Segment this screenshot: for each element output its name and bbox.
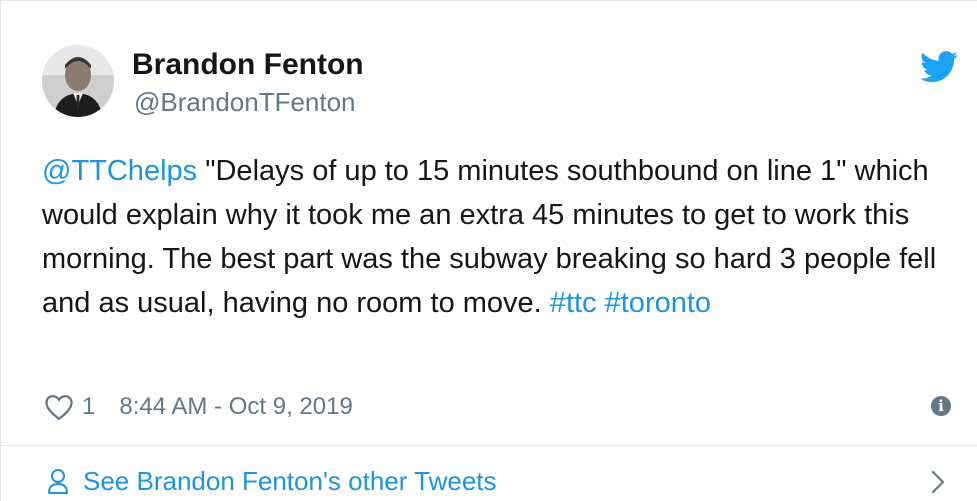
like-count[interactable]: 1: [82, 393, 95, 421]
author-name[interactable]: Brandon Fenton: [132, 47, 364, 83]
timestamp[interactable]: 8:44 AM - Oct 9, 2019: [119, 393, 352, 421]
divider: [1, 445, 977, 446]
heart-icon[interactable]: [44, 393, 74, 421]
hashtag-link-toronto[interactable]: #toronto: [605, 287, 711, 319]
tweet-card: Brandon Fenton @BrandonTFenton @TTChelps…: [0, 0, 977, 501]
avatar[interactable]: [42, 45, 114, 117]
tweet-text: @TTChelps "Delays of up to 15 minutes so…: [42, 149, 962, 325]
person-icon: [48, 469, 68, 494]
tweet-meta: 1 8:44 AM - Oct 9, 2019: [44, 390, 353, 424]
info-icon[interactable]: i: [931, 396, 951, 416]
mention-link[interactable]: @TTChelps: [42, 155, 197, 187]
chevron-right-icon[interactable]: [929, 469, 947, 495]
hashtag-link-ttc[interactable]: #ttc: [550, 287, 597, 319]
see-other-tweets-link[interactable]: See Brandon Fenton's other Tweets: [47, 463, 497, 499]
author-handle[interactable]: @BrandonTFenton: [134, 86, 356, 118]
see-other-tweets-label[interactable]: See Brandon Fenton's other Tweets: [83, 466, 497, 497]
twitter-bird-icon[interactable]: [920, 51, 958, 83]
